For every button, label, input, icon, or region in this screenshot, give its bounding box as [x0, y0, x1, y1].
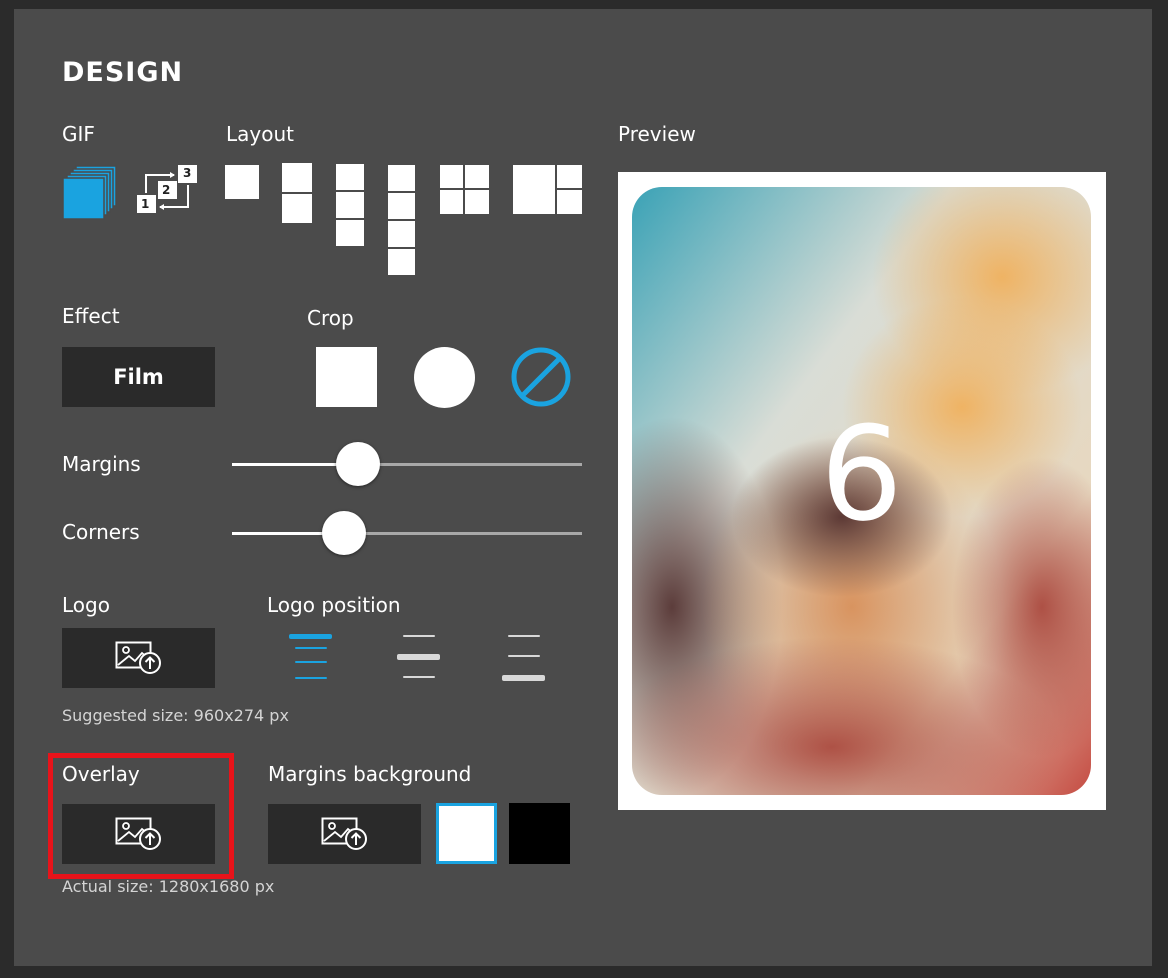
image-upload-icon [321, 817, 367, 850]
logo-position-bottom-icon[interactable] [502, 633, 546, 683]
corners-label: Corners [62, 520, 140, 544]
corners-slider-handle[interactable] [322, 511, 366, 555]
gif-label: GIF [62, 122, 95, 146]
sequence-number-1: 1 [141, 197, 150, 211]
margins-background-upload-button[interactable] [268, 804, 421, 864]
image-upload-icon [115, 641, 161, 674]
logo-label: Logo [62, 593, 110, 617]
margins-slider-track [358, 463, 582, 466]
overlay-upload-button[interactable] [62, 804, 215, 864]
effect-select-button[interactable]: Film [62, 347, 215, 407]
gif-stack-icon[interactable] [62, 164, 118, 220]
crop-none-icon[interactable] [510, 346, 572, 408]
margins-slider-handle[interactable] [336, 442, 380, 486]
layout-2-strip-icon[interactable] [282, 163, 312, 224]
margins-color-white-swatch[interactable] [436, 803, 497, 864]
layout-1x1-icon[interactable] [225, 165, 259, 199]
layout-3-strip-icon[interactable] [336, 164, 364, 248]
logo-position-middle-icon[interactable] [397, 633, 441, 683]
preview-label: Preview [618, 122, 696, 146]
crop-label: Crop [307, 306, 354, 330]
logo-position-label: Logo position [267, 593, 401, 617]
preview-photo: 6 [632, 187, 1091, 795]
layout-label: Layout [226, 122, 294, 146]
sequence-number-2: 2 [162, 183, 171, 197]
margins-slider[interactable] [232, 442, 582, 486]
corners-slider[interactable] [232, 511, 582, 555]
layout-4-strip-icon[interactable] [388, 165, 415, 276]
margins-background-label: Margins background [268, 762, 472, 786]
overlay-label: Overlay [62, 762, 140, 786]
preview-countdown-number: 6 [820, 398, 903, 550]
layout-2x2-grid-icon[interactable] [440, 165, 489, 214]
gif-sequence-icon[interactable]: 1 2 3 [136, 163, 198, 215]
overlay-size-hint: Actual size: 1280x1680 px [62, 877, 275, 896]
crop-square-icon[interactable] [316, 347, 377, 407]
margins-label: Margins [62, 452, 141, 476]
logo-size-hint: Suggested size: 960x274 px [62, 706, 289, 725]
page-title: DESIGN [62, 57, 184, 88]
effect-label: Effect [62, 304, 120, 328]
sequence-number-3: 3 [183, 166, 192, 180]
image-upload-icon [115, 817, 161, 850]
logo-upload-button[interactable] [62, 628, 215, 688]
margins-color-black-swatch[interactable] [509, 803, 570, 864]
layout-1-plus-2-icon[interactable] [513, 165, 582, 214]
preview-frame: 6 [618, 172, 1106, 810]
logo-position-top-icon[interactable] [289, 633, 333, 683]
corners-slider-track [344, 532, 582, 535]
crop-circle-icon[interactable] [414, 347, 475, 408]
